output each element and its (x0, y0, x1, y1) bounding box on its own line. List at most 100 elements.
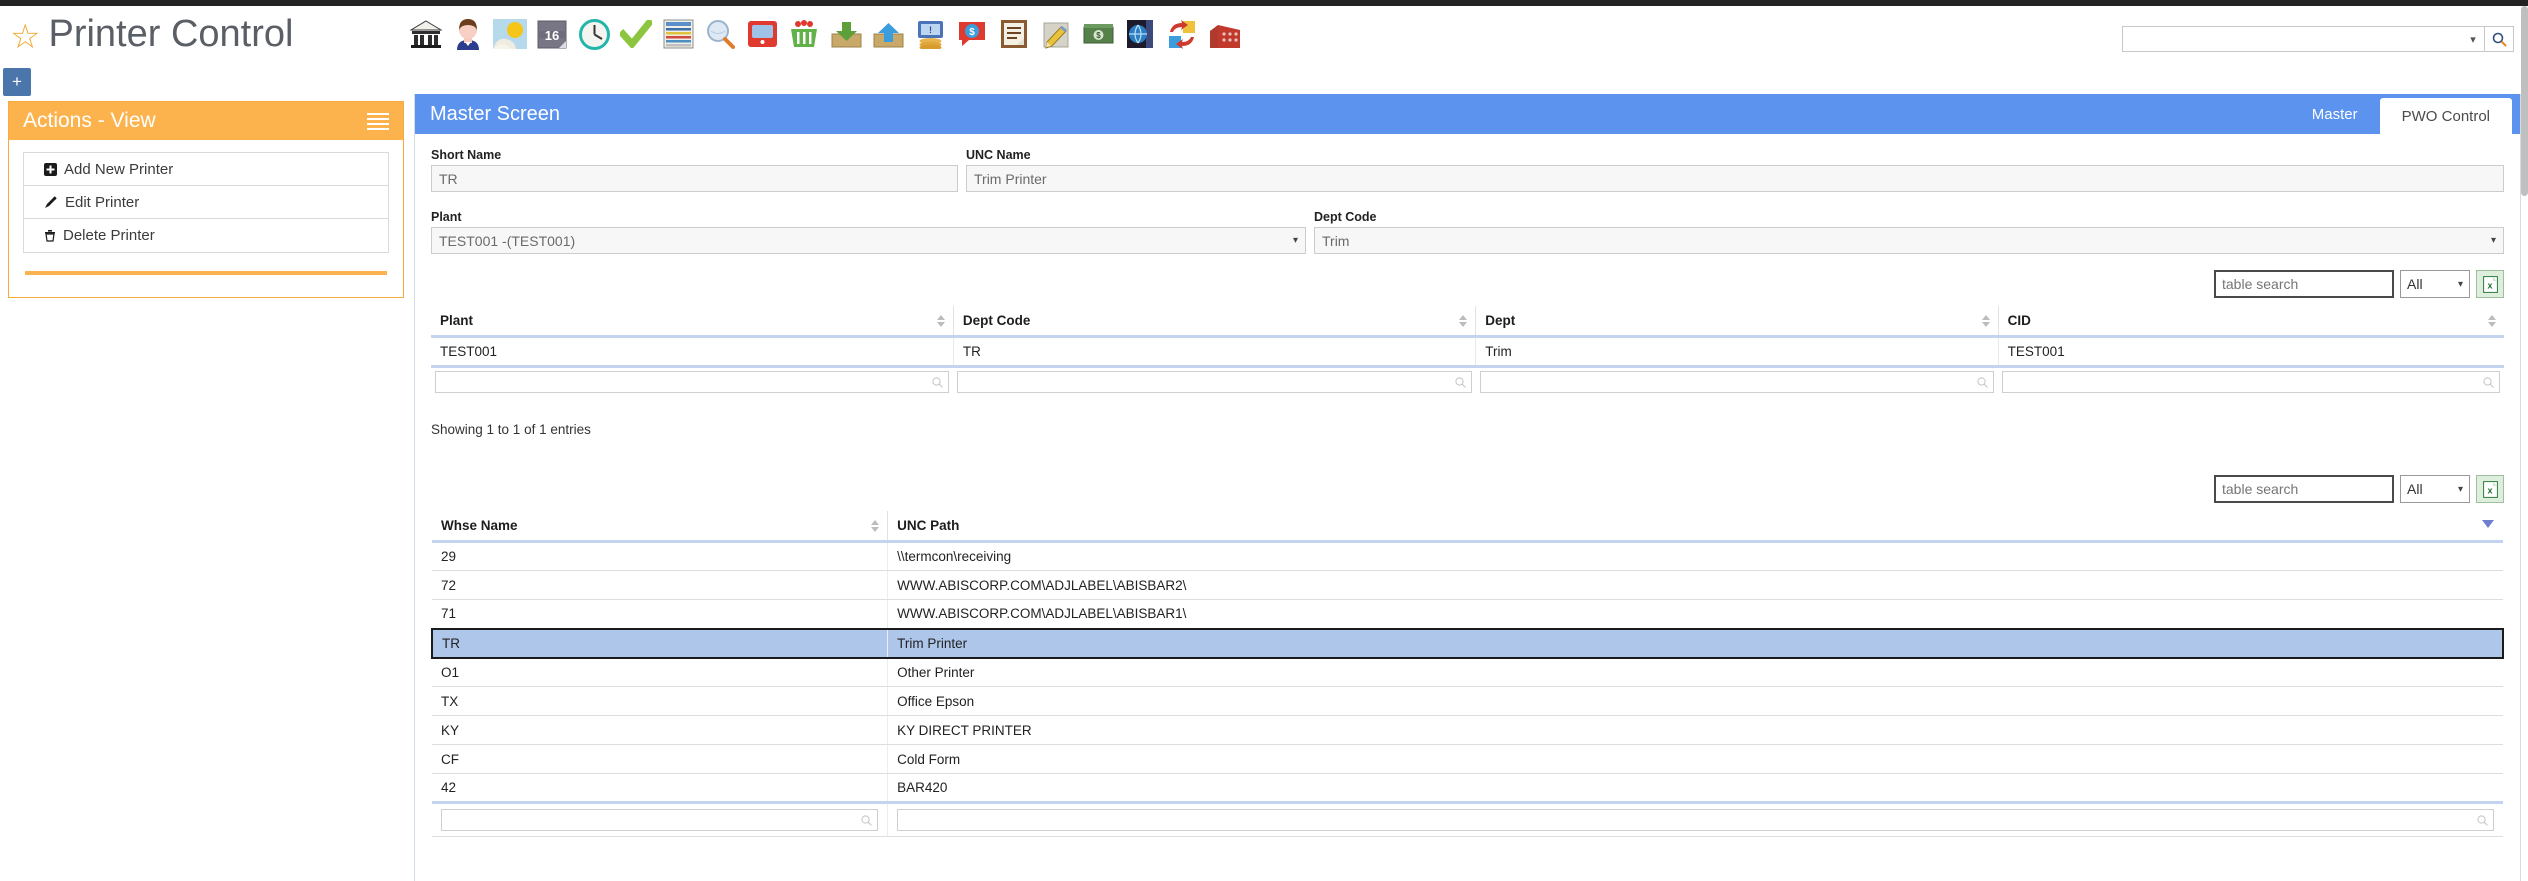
table2-export-excel-button[interactable]: x (2476, 475, 2504, 503)
sort-icon (2488, 314, 2496, 327)
money-chat-icon[interactable]: $ (954, 16, 990, 52)
table-row[interactable]: 72 WWW.ABISCORP.COM\ADJLABEL\ABISBAR2\ (432, 570, 2503, 600)
table1-search-input[interactable] (2214, 270, 2394, 298)
filter-cell-unc-path[interactable] (887, 802, 2503, 837)
filter-cell-cid[interactable] (1998, 366, 2504, 396)
page-title: ☆ Printer Control (10, 8, 293, 63)
table-row[interactable]: 71 WWW.ABISCORP.COM\ADJLABEL\ABISBAR1\ (432, 599, 2503, 629)
col-label: UNC Path (897, 518, 960, 533)
cell-unc-path: WWW.ABISCORP.COM\ADJLABEL\ABISBAR1\ (887, 599, 2503, 629)
cell-dept-code: TR (953, 336, 1477, 368)
table2-search-input[interactable] (2214, 475, 2394, 503)
filter-cell-whse-name[interactable] (432, 802, 889, 837)
tab-master[interactable]: Master (2290, 94, 2380, 134)
spreadsheet-icon[interactable] (660, 16, 696, 52)
page-scrollbar[interactable] (2521, 6, 2528, 881)
cell-whse-name: 42 (432, 773, 889, 804)
table-row[interactable]: CF Cold Form (432, 744, 2503, 774)
table1-export-excel-button[interactable]: x (2476, 270, 2504, 298)
chevron-down-icon: ▾ (2490, 235, 2496, 246)
factory-icon[interactable] (1206, 16, 1242, 52)
collapse-triangle-icon[interactable] (2482, 520, 2494, 528)
download-inbox-icon[interactable] (828, 16, 864, 52)
table2-page-size-value: All (2407, 481, 2423, 497)
table2-controls: All ▾ x (431, 475, 2504, 503)
plus-square-icon (44, 162, 57, 176)
coins-monitor-icon[interactable]: ! (912, 16, 948, 52)
unc-name-input[interactable] (966, 165, 2504, 192)
table-filter-row (432, 802, 2503, 837)
bank-icon[interactable] (408, 16, 444, 52)
tab-pwo-control[interactable]: PWO Control (2379, 98, 2512, 134)
plant-select[interactable]: TEST001 -(TEST001) ▾ (431, 227, 1306, 254)
sort-icon (1459, 314, 1468, 327)
upload-outbox-icon[interactable] (870, 16, 906, 52)
filter-cell-dept-code[interactable] (953, 366, 1476, 396)
monitor-icon[interactable] (744, 16, 780, 52)
clock-icon[interactable] (576, 16, 612, 52)
add-button[interactable]: + (3, 68, 31, 96)
chevron-down-icon[interactable]: ▾ (2462, 26, 2484, 52)
page-scrollbar-thumb[interactable] (2521, 6, 2528, 196)
cell-whse-name: 72 (432, 570, 889, 600)
col-plant[interactable]: Plant (431, 306, 954, 338)
table-row-selected[interactable]: TR Trim Printer (431, 627, 2505, 659)
cell-dept: Trim (1475, 336, 1999, 368)
search-icon[interactable] (2484, 26, 2514, 52)
person-icon[interactable] (450, 16, 486, 52)
col-dept-code[interactable]: Dept Code (953, 306, 1477, 338)
col-whse-name[interactable]: Whse Name (432, 511, 889, 543)
table1-page-size-value: All (2407, 276, 2423, 292)
pencil-note-icon[interactable] (1038, 16, 1074, 52)
table-row[interactable]: O1 Other Printer (432, 657, 2503, 687)
action-add-new-printer[interactable]: Add New Printer (24, 153, 388, 186)
actions-panel-header: Actions - View (9, 102, 403, 140)
search-globe-icon[interactable] (702, 16, 738, 52)
table-row[interactable]: 29 \\termcon\receiving (432, 541, 2503, 571)
cell-unc-path: Other Printer (887, 657, 2503, 687)
global-search-input[interactable] (2122, 26, 2462, 52)
swap-arrows-icon[interactable] (1164, 16, 1200, 52)
actions-divider (25, 271, 387, 275)
table-row[interactable]: TX Office Epson (432, 686, 2503, 716)
dept-code-group: Dept Code Trim ▾ (1314, 210, 2504, 254)
col-label: Whse Name (441, 518, 518, 533)
cash-icon[interactable]: $ (1080, 16, 1116, 52)
action-edit-printer[interactable]: Edit Printer (24, 186, 388, 219)
cell-unc-path: KY DIRECT PRINTER (887, 715, 2503, 745)
master-screen-header: Master Screen Master PWO Control (415, 94, 2520, 134)
top-bar: ☆ Printer Control 16 ! $ $ ▾ (0, 6, 2528, 68)
dept-code-select[interactable]: Trim ▾ (1314, 227, 2504, 254)
short-name-input[interactable] (431, 165, 958, 192)
short-name-label: Short Name (431, 148, 502, 162)
actions-panel-title: Actions - View (23, 109, 156, 132)
plant-dept-table: Plant Dept Code Dept CID TEST001 TR Trim… (431, 306, 2504, 396)
table-row[interactable]: TEST001 TR Trim TEST001 (431, 336, 2504, 368)
filter-cell-dept[interactable] (1475, 366, 1999, 396)
action-delete-printer[interactable]: Delete Printer (24, 219, 388, 252)
table2-page-size-select[interactable]: All ▾ (2400, 475, 2470, 503)
action-label: Edit Printer (65, 193, 140, 211)
globe-device-icon[interactable] (1122, 16, 1158, 52)
col-unc-path[interactable]: UNC Path (887, 511, 2503, 543)
filter-cell-plant[interactable] (431, 366, 954, 396)
checkmark-icon[interactable] (618, 16, 654, 52)
calendar-16-icon[interactable]: 16 (534, 16, 570, 52)
table-header-row: Plant Dept Code Dept CID (431, 306, 2504, 338)
cell-cid: TEST001 (1998, 336, 2504, 368)
table-row[interactable]: KY KY DIRECT PRINTER (432, 715, 2503, 745)
table1-page-size-select[interactable]: All ▾ (2400, 270, 2470, 298)
shopping-basket-icon[interactable] (786, 16, 822, 52)
master-screen-panel: Master Screen Master PWO Control Short N… (414, 94, 2521, 881)
chevron-down-icon: ▾ (2457, 278, 2463, 290)
col-cid[interactable]: CID (1998, 306, 2504, 338)
col-dept[interactable]: Dept (1475, 306, 1999, 338)
cell-whse-name: CF (432, 744, 889, 774)
hamburger-icon[interactable] (367, 112, 389, 130)
table-row[interactable]: 42 BAR420 (432, 773, 2503, 804)
clipboard-icon[interactable] (996, 16, 1032, 52)
page-title-text: Printer Control (48, 13, 294, 55)
weather-icon[interactable] (492, 16, 528, 52)
star-icon[interactable]: ☆ (10, 18, 40, 56)
trash-icon (44, 229, 56, 242)
